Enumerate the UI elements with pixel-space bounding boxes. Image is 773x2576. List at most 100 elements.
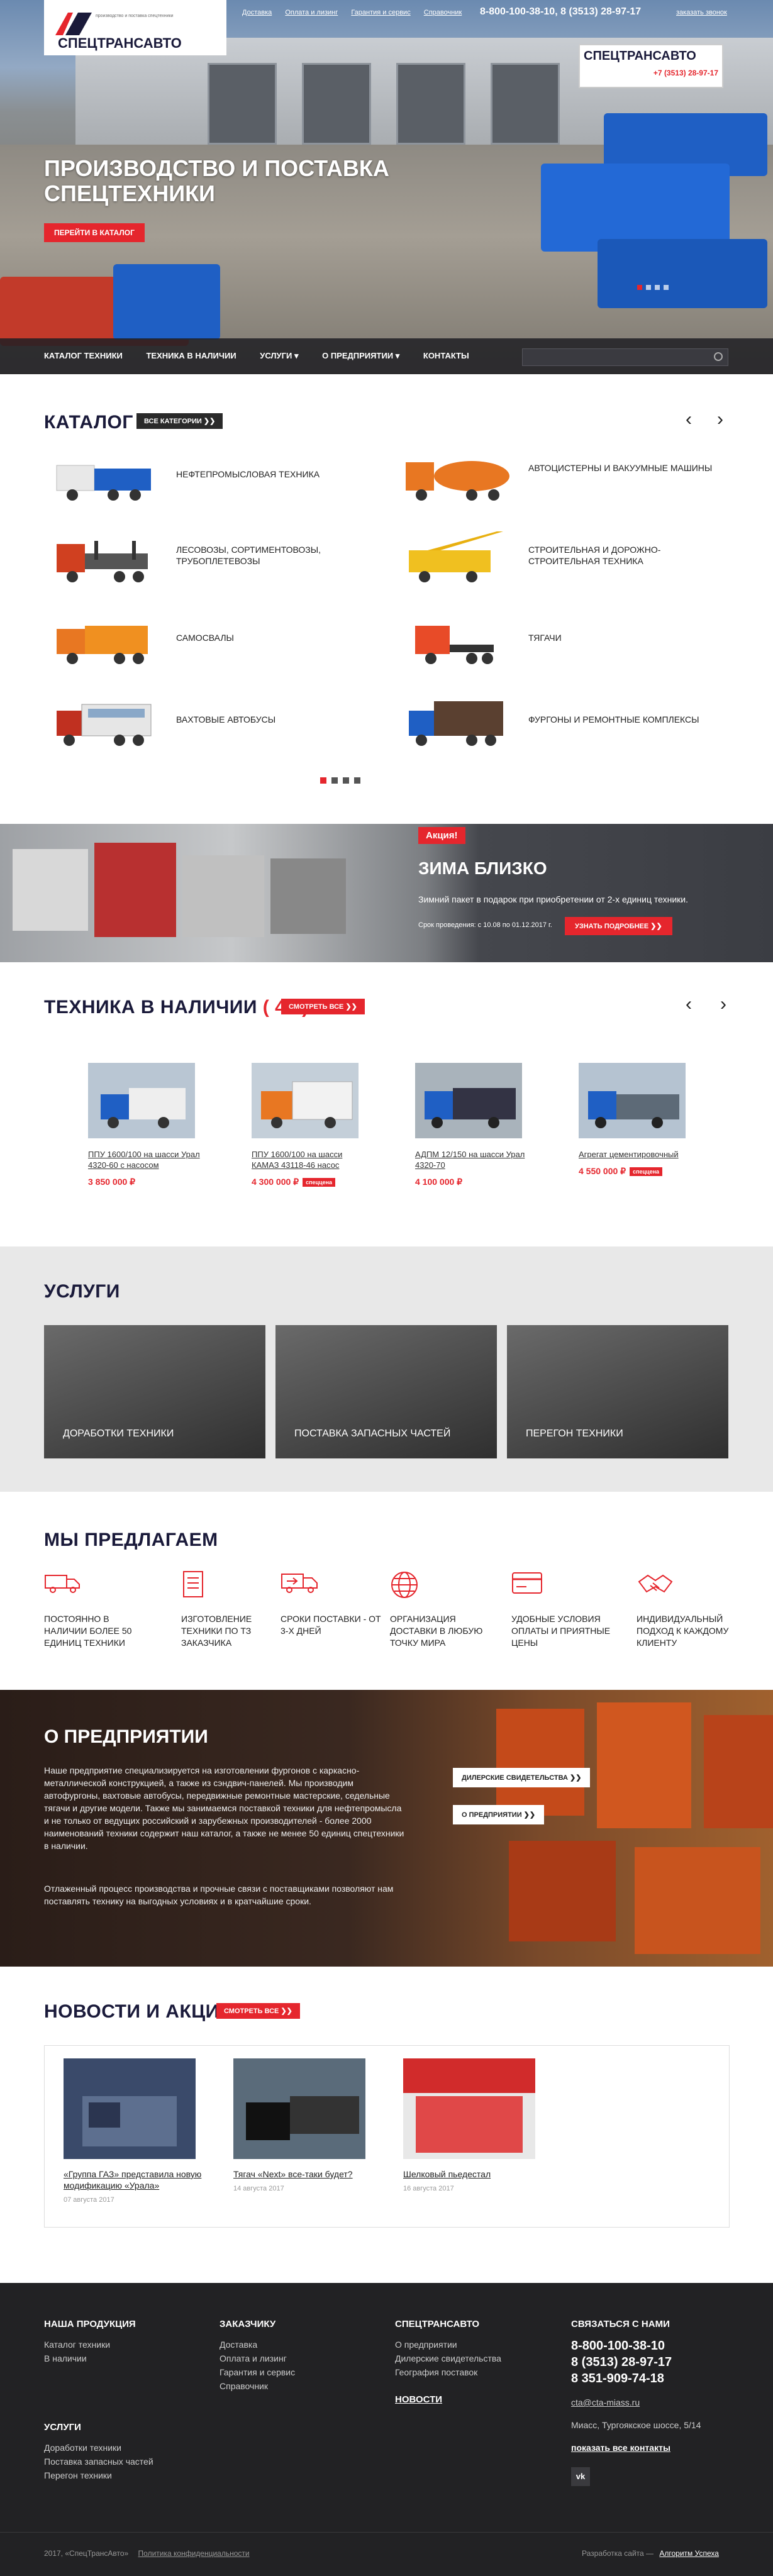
slider-dot[interactable] <box>646 285 651 290</box>
stock-card[interactable]: ППУ 1600/100 на шасси КАМАЗ 43118-46 нас… <box>252 1063 377 1187</box>
service-card-transport[interactable]: Перегон техники <box>507 1325 728 1458</box>
footer-link[interactable]: Перегон техники <box>44 2468 153 2482</box>
catalog-item[interactable]: Фургоны и ремонтные комплексы <box>403 689 742 758</box>
pagination-dot[interactable] <box>343 777 349 784</box>
catalog-item[interactable]: Лесовозы, сортиментовозы, трубоплетевозы <box>50 525 390 594</box>
stock-next-arrow[interactable]: › <box>720 994 726 1015</box>
category-label: Тягачи <box>528 633 562 643</box>
special-price-badge: спеццена <box>303 1178 336 1187</box>
catalog-next-arrow[interactable]: › <box>717 409 723 430</box>
news-card-title[interactable]: Шелковый пьедестал <box>403 2168 542 2180</box>
footer-phone[interactable]: 8-800-100-38-10 <box>571 2338 701 2354</box>
dealer-certificates-label: Дилерские свидетельства <box>462 1774 568 1782</box>
hero-slider-dots <box>635 282 670 293</box>
footer-link[interactable]: Каталог техники <box>44 2338 153 2351</box>
top-nav: Доставка Оплата и лизинг Гарантия и серв… <box>242 9 473 16</box>
pagination-dot[interactable] <box>354 777 360 784</box>
news-card-title[interactable]: «Группа ГАЗ» представила новую модификац… <box>64 2168 202 2191</box>
stock-card[interactable]: Агрегат цементировочный 4 550 000 ₽ спецц… <box>579 1063 704 1177</box>
footer-col-products: Наша продукция Каталог техники В наличии… <box>44 2318 153 2482</box>
logo-icon <box>55 13 92 35</box>
footer-link[interactable]: Доработки техники <box>44 2441 153 2455</box>
stock-card[interactable]: АДПМ 12/150 на шасси Урал 4320-70 4 100 … <box>415 1063 541 1187</box>
developer-credit: Разработка сайта — Алгоритм Успеха <box>582 2549 719 2558</box>
stock-price: 3 850 000 ₽ <box>88 1177 136 1187</box>
hero-catalog-button[interactable]: Перейти в каталог <box>44 223 145 242</box>
news-card-title[interactable]: Тягач «Next» все-таки будет? <box>233 2168 372 2180</box>
footer-link[interactable]: В наличии <box>44 2351 153 2365</box>
slider-dot[interactable] <box>664 285 669 290</box>
top-nav-reference[interactable]: Справочник <box>424 9 462 16</box>
catalog-item[interactable]: Автоцистерны и вакуумные машины <box>403 443 742 513</box>
slider-dot[interactable] <box>637 285 642 290</box>
stock-prev-arrow[interactable]: ‹ <box>686 994 692 1015</box>
footer-link[interactable]: Оплата и лизинг <box>220 2351 295 2365</box>
logo[interactable]: СПЕЦТРАНСАВТО производство и поставка сп… <box>44 0 226 55</box>
stock-card[interactable]: ППУ 1600/100 на шасси Урал 4320-60 с нас… <box>88 1063 214 1187</box>
promo-details-button[interactable]: Узнать подробнее ❯❯ <box>565 917 672 935</box>
catalog-prev-arrow[interactable]: ‹ <box>686 409 692 430</box>
promo-badge: Акция! <box>418 827 465 844</box>
nav-contacts[interactable]: Контакты <box>423 351 469 360</box>
news-card[interactable]: «Группа ГАЗ» представила новую модификац… <box>64 2058 202 2204</box>
footer-all-contacts-link[interactable]: показать все контакты <box>571 2441 701 2455</box>
category-label: Строительная и дорожно-строительная техн… <box>528 545 661 566</box>
special-price-badge: спеццена <box>630 1167 663 1177</box>
top-nav-warranty[interactable]: Гарантия и сервис <box>351 9 410 16</box>
developer-link[interactable]: Алгоритм Успеха <box>659 2549 719 2558</box>
footer-phone[interactable]: 8 351-909-74-18 <box>571 2370 701 2387</box>
slider-dot[interactable] <box>655 285 660 290</box>
offer-text: Индивидуальный подход к каждому клиенту <box>637 1614 729 1648</box>
top-nav-delivery[interactable]: Доставка <box>242 9 272 16</box>
news-view-all-button[interactable]: Смотреть все ❯❯ <box>216 2003 300 2019</box>
footer-heading: СпецТрансАвто <box>395 2319 480 2329</box>
stock-view-all-button[interactable]: Смотреть все ❯❯ <box>281 999 365 1014</box>
footer-email[interactable]: cta@cta-miass.ru <box>571 2396 701 2409</box>
all-categories-button[interactable]: Все категории ❯❯ <box>136 413 223 429</box>
privacy-policy-link[interactable]: Политика конфиденциальности <box>138 2549 250 2558</box>
nav-in-stock[interactable]: Техника в наличии <box>146 351 236 360</box>
service-card-parts[interactable]: Поставка запасных частей <box>275 1325 497 1458</box>
footer-col-company: СпецТрансАвто О предприятии Дилерские св… <box>395 2318 501 2413</box>
category-image <box>403 450 509 506</box>
stock-image <box>88 1063 195 1138</box>
catalog-item[interactable]: Тягачи <box>403 607 742 676</box>
footer-link[interactable]: Дилерские свидетельства <box>395 2351 501 2365</box>
footer-link[interactable]: Поставка запасных частей <box>44 2455 153 2468</box>
catalog-item[interactable]: Вахтовые автобусы <box>50 689 390 758</box>
news-card[interactable]: Шелковый пьедестал 16 августа 2017 <box>403 2058 542 2192</box>
pagination-dot[interactable] <box>320 777 326 784</box>
top-nav-payment[interactable]: Оплата и лизинг <box>285 9 338 16</box>
callback-link[interactable]: заказать звонок <box>676 9 727 16</box>
about-company-button[interactable]: О предприятии ❯❯ <box>453 1805 545 1824</box>
catalog-item[interactable]: Самосвалы <box>50 607 390 676</box>
stock-view-all-label: Смотреть все <box>289 1003 344 1011</box>
catalog-item[interactable]: Строительная и дорожно-строительная техн… <box>403 525 742 594</box>
nav-catalog[interactable]: Каталог техники <box>44 351 123 360</box>
footer-link[interactable]: Справочник <box>220 2379 295 2393</box>
hero-banner: СПЕЦТРАНСАВТО +7 (3513) 28-97-17 СПЕЦТРА… <box>0 0 773 374</box>
stock-name[interactable]: Агрегат цементировочный <box>579 1149 692 1160</box>
search-icon[interactable] <box>714 352 723 361</box>
nav-about[interactable]: О предприятии ▾ <box>322 351 399 360</box>
footer-col-customer: Заказчику Доставка Оплата и лизинг Гаран… <box>220 2318 295 2393</box>
news-card[interactable]: Тягач «Next» все-таки будет? 14 августа … <box>233 2058 372 2192</box>
footer-news-link[interactable]: Новости <box>395 2393 501 2407</box>
pagination-dot[interactable] <box>331 777 338 784</box>
header-phones[interactable]: 8-800-100-38-10, 8 (3513) 28-97-17 <box>480 6 641 18</box>
stock-name[interactable]: ППУ 1600/100 на шасси КАМАЗ 43118-46 нас… <box>252 1149 365 1170</box>
footer-link[interactable]: Гарантия и сервис <box>220 2365 295 2379</box>
footer-link[interactable]: Доставка <box>220 2338 295 2351</box>
search-input[interactable] <box>523 349 705 365</box>
stock-name[interactable]: АДПМ 12/150 на шасси Урал 4320-70 <box>415 1149 528 1170</box>
dealer-certificates-button[interactable]: Дилерские свидетельства ❯❯ <box>453 1768 591 1787</box>
stock-name[interactable]: ППУ 1600/100 на шасси Урал 4320-60 с нас… <box>88 1149 201 1170</box>
vk-icon[interactable]: vk <box>571 2467 590 2486</box>
catalog-item[interactable]: Нефтепромысловая техника <box>50 443 390 513</box>
footer-phone[interactable]: 8 (3513) 28-97-17 <box>571 2354 701 2370</box>
nav-services[interactable]: Услуги ▾ <box>260 351 298 360</box>
service-card-modifications[interactable]: Доработки техники <box>44 1325 265 1458</box>
footer-link[interactable]: О предприятии <box>395 2338 501 2351</box>
footer-link[interactable]: География поставок <box>395 2365 501 2379</box>
category-image <box>50 695 157 752</box>
